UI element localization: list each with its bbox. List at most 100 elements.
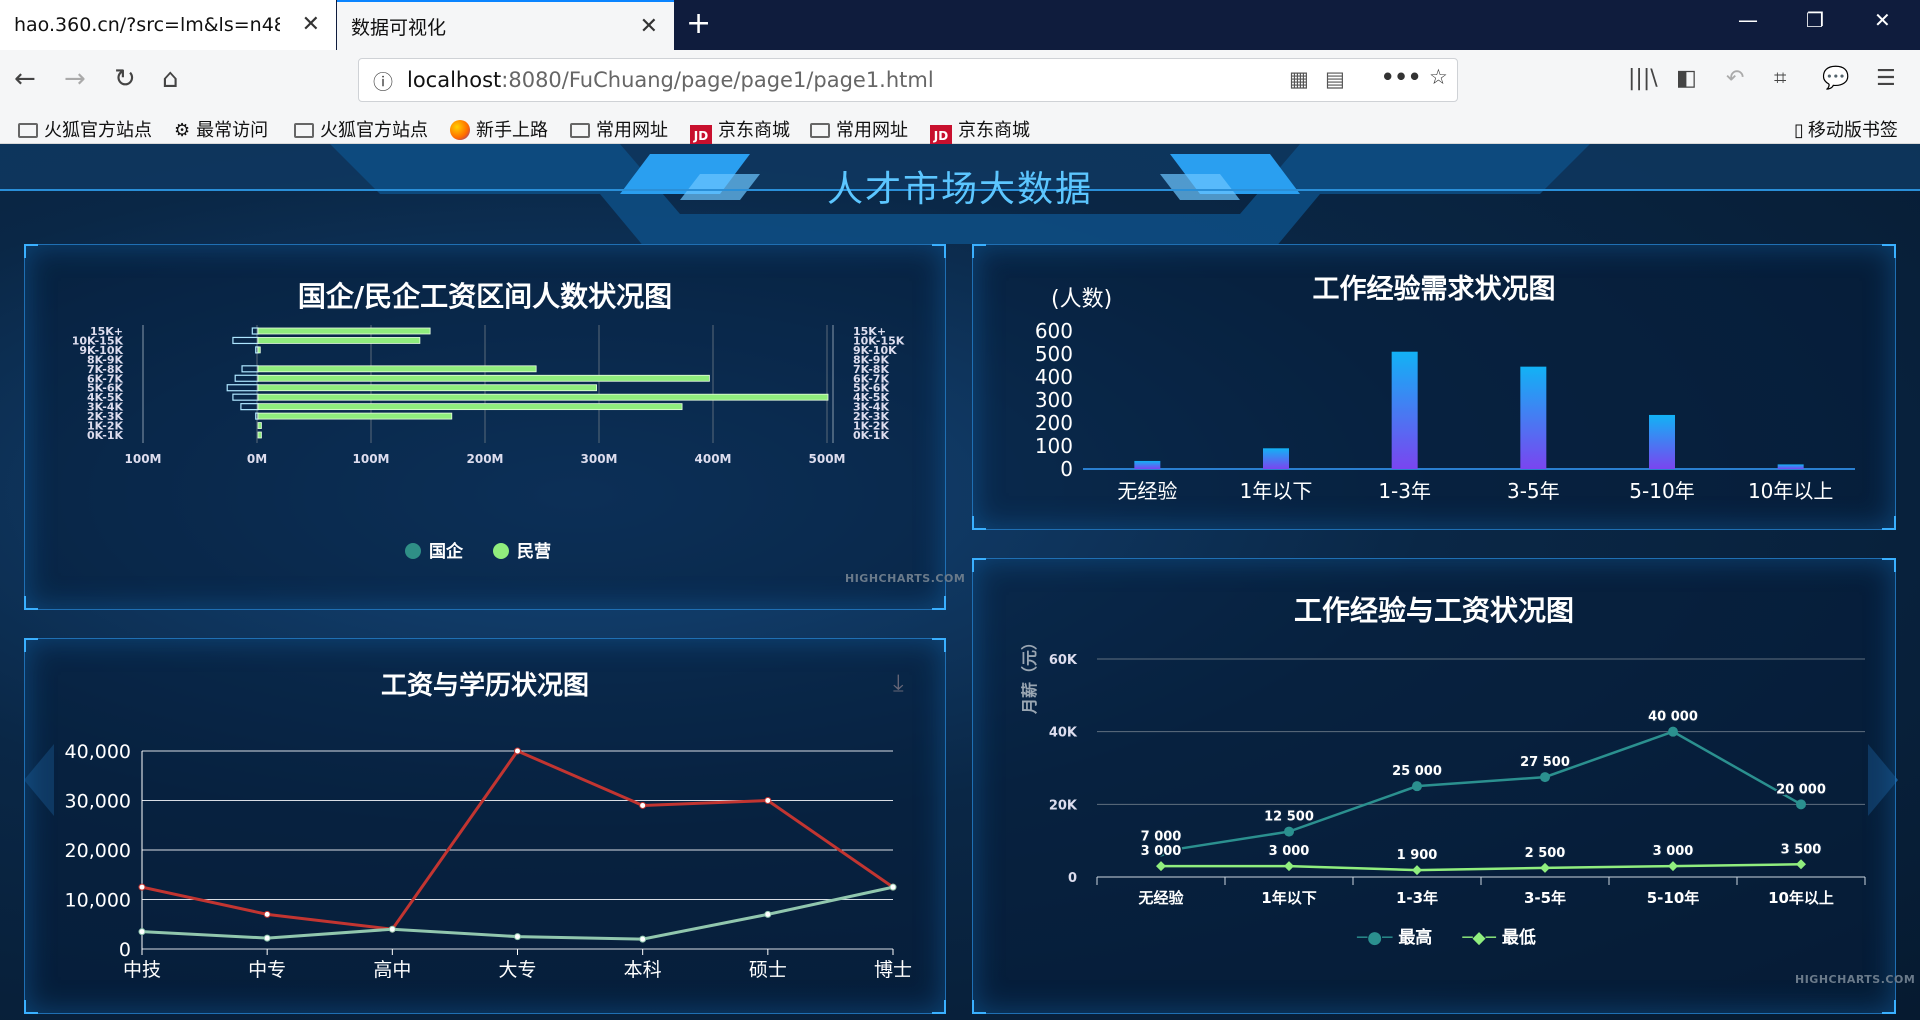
x-tick-label: 10年以上 bbox=[1768, 889, 1834, 907]
legend-item[interactable]: ─◆─ 最低 bbox=[1462, 923, 1536, 948]
min-salary-point bbox=[1284, 861, 1294, 872]
info-icon[interactable]: ⓘ bbox=[373, 66, 393, 95]
legend-dot-icon bbox=[493, 543, 509, 559]
bookmark-item[interactable]: 火狐官方站点 bbox=[18, 116, 152, 142]
max-salary-point bbox=[1796, 799, 1806, 810]
y-tick-label: 400 bbox=[1035, 365, 1073, 389]
new-tab-icon[interactable]: + bbox=[686, 6, 711, 41]
bookmark-item[interactable]: JD 京东商城 bbox=[690, 116, 790, 147]
tab-close-icon[interactable]: ✕ bbox=[640, 14, 658, 39]
min-salary-point bbox=[1796, 859, 1806, 870]
max-salary-line bbox=[1160, 730, 1802, 853]
x-tick-label: 大专 bbox=[498, 959, 536, 981]
url-bar[interactable]: ⓘ localhost :8080/FuChuang/page/page1/pa… bbox=[358, 58, 1458, 102]
data-label: 3 000 bbox=[1653, 844, 1694, 859]
restore-icon[interactable]: ❐ bbox=[1806, 8, 1824, 32]
private-enterprise-bar bbox=[257, 346, 261, 354]
folder-icon bbox=[18, 123, 38, 138]
legend-marker-icon: ─●─ bbox=[1357, 928, 1393, 948]
tab-hao360[interactable]: hao.360.cn/?src=lm&ls=n482bfb ✕ bbox=[0, 0, 336, 50]
chart-legend: 国企 民营 bbox=[405, 537, 551, 562]
home-icon[interactable]: ⌂ bbox=[162, 64, 179, 94]
y-tick-label: 10,000 bbox=[65, 890, 131, 912]
minimize-icon[interactable]: — bbox=[1738, 8, 1758, 32]
tab-bar: hao.360.cn/?src=lm&ls=n482bfb ✕ 数据可视化 ✕ … bbox=[0, 0, 1920, 50]
crop-icon[interactable]: ⌗ bbox=[1774, 66, 1786, 91]
panel-corner bbox=[1882, 244, 1896, 258]
tab-data-visualization[interactable]: 数据可视化 ✕ bbox=[337, 0, 674, 50]
private-enterprise-bar bbox=[257, 431, 262, 439]
panel-corner bbox=[24, 244, 38, 258]
y-tick-label: 40,000 bbox=[65, 741, 131, 763]
max-salary-point bbox=[1412, 781, 1422, 792]
chat-icon[interactable]: 💬 bbox=[1822, 66, 1849, 91]
bookmark-item[interactable]: JD 京东商城 bbox=[930, 116, 1030, 147]
bookmark-item[interactable]: 火狐官方站点 bbox=[294, 116, 428, 142]
mobile-bookmarks[interactable]: ▯ 移动版书签 bbox=[1794, 116, 1898, 142]
y-tick-label: 15K+ bbox=[90, 325, 123, 338]
legend-item[interactable]: 国企 bbox=[405, 537, 463, 562]
experience-bar bbox=[1134, 460, 1161, 469]
experience-bar bbox=[1263, 448, 1289, 469]
bookmark-item[interactable]: ⚙ 最常访问 bbox=[174, 116, 268, 142]
chart-credit[interactable]: HIGHCHARTS.COM bbox=[845, 572, 965, 585]
panel-corner bbox=[972, 244, 986, 258]
data-label: 20 000 bbox=[1776, 782, 1826, 797]
data-label: 2 500 bbox=[1525, 846, 1566, 861]
data-label: 3 500 bbox=[1781, 842, 1822, 857]
folder-icon bbox=[570, 123, 590, 138]
x-tick-label: 3-5年 bbox=[1524, 889, 1566, 907]
private-enterprise-bar bbox=[257, 327, 431, 335]
max-salary-point bbox=[1668, 726, 1678, 737]
data-label: 27 500 bbox=[1520, 755, 1570, 770]
salary-range-panel: 国企/民企工资区间人数状况图 100M 0M 100M 200M 300M 400M 500… bbox=[24, 244, 965, 610]
bookmark-item[interactable]: 新手上路 bbox=[450, 116, 548, 142]
panel-corner bbox=[972, 558, 986, 572]
state-enterprise-bar bbox=[232, 336, 259, 345]
back-icon[interactable]: ← bbox=[14, 64, 36, 94]
more-icon[interactable]: ••• bbox=[1381, 65, 1421, 89]
min-salary-point bbox=[1156, 861, 1166, 872]
x-tick-label: 100M bbox=[125, 452, 162, 466]
y-tick-label: 0 bbox=[1068, 871, 1077, 886]
x-tick-label: 400M bbox=[695, 452, 732, 466]
min-salary-point bbox=[1668, 861, 1678, 872]
x-tick-label: 1-3年 bbox=[1396, 889, 1438, 907]
panel-corner bbox=[1882, 516, 1896, 530]
dashboard-page: 人才市场大数据 国企/民企工资区间人数状况图 100M 0M 100M 200M 300… bbox=[0, 144, 1920, 1020]
undo-icon[interactable]: ↶ bbox=[1726, 66, 1744, 91]
data-point bbox=[263, 934, 271, 942]
data-point bbox=[514, 747, 521, 755]
y-tick-label: 40K bbox=[1049, 726, 1078, 741]
bookmark-item[interactable]: 常用网址 bbox=[810, 116, 908, 142]
experience-bar bbox=[1391, 351, 1418, 469]
salary-education-chart: 0 10,000 20,000 30,000 40,000 中技 中专 高中 大专 本科 硕士 博士 bbox=[65, 741, 912, 981]
reload-icon[interactable]: ↻ bbox=[114, 64, 136, 94]
min-salary-point bbox=[1412, 865, 1422, 876]
menu-icon[interactable]: ☰ bbox=[1876, 66, 1896, 91]
panel-corner bbox=[932, 638, 946, 652]
data-point bbox=[514, 933, 521, 941]
window-close-icon[interactable]: ✕ bbox=[1874, 8, 1891, 32]
star-icon[interactable]: ☆ bbox=[1429, 65, 1448, 89]
legend-item[interactable]: ─●─ 最高 bbox=[1357, 923, 1432, 948]
library-icon[interactable]: |||\ bbox=[1628, 66, 1658, 91]
data-label: 25 000 bbox=[1392, 764, 1442, 779]
y-tick-label: 300 bbox=[1035, 388, 1073, 412]
reader-icon[interactable]: ▤ bbox=[1325, 67, 1345, 91]
private-enterprise-bar bbox=[257, 384, 597, 392]
x-tick-label: 无经验 bbox=[1137, 889, 1184, 907]
panel-corner bbox=[24, 596, 38, 610]
panel-corner bbox=[24, 638, 38, 652]
forward-icon[interactable]: → bbox=[64, 64, 86, 94]
experience-bar bbox=[1649, 414, 1675, 469]
x-tick-label: 博士 bbox=[874, 959, 912, 981]
qr-icon[interactable]: ▦ bbox=[1289, 67, 1309, 91]
chart-legend: ─●─ 最高 ─◆─ 最低 bbox=[1357, 923, 1536, 948]
chart-credit[interactable]: HIGHCHARTS.COM bbox=[1795, 973, 1915, 986]
bookmark-item[interactable]: 常用网址 bbox=[570, 116, 668, 142]
tab-close-icon[interactable]: ✕ bbox=[302, 12, 320, 37]
sidebar-icon[interactable]: ◧ bbox=[1676, 66, 1697, 91]
page-title: 人才市场大数据 bbox=[826, 169, 1093, 210]
legend-item[interactable]: 民营 bbox=[493, 537, 551, 562]
